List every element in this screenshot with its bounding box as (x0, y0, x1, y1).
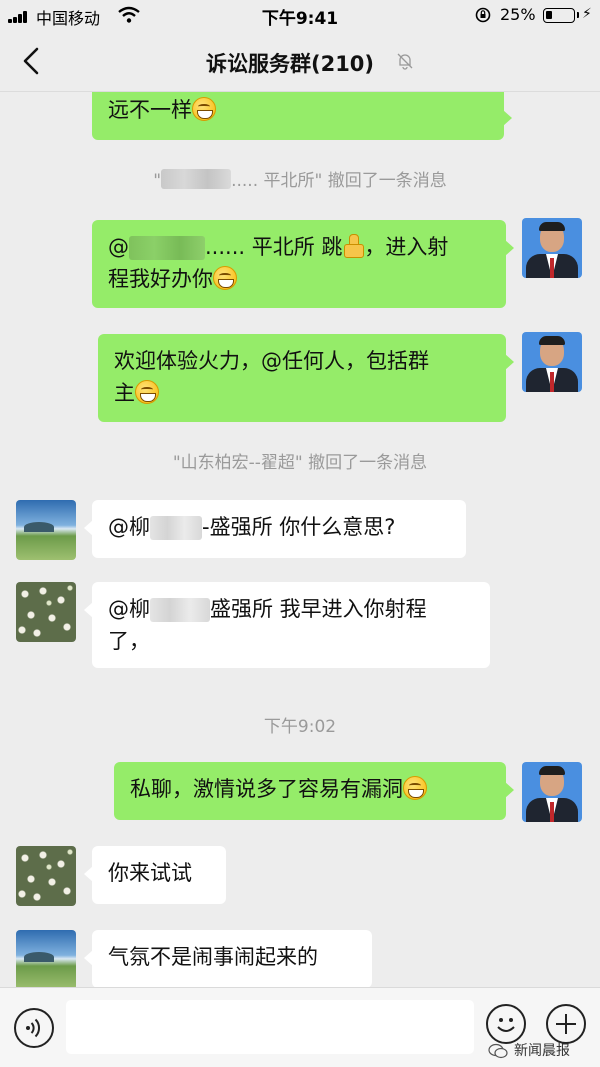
message-line: 了， (108, 629, 150, 653)
watermark: 新闻晨报 (488, 1041, 598, 1063)
recall-notice: " ..... 平北所" 撤回了一条消息 (0, 166, 600, 191)
message-bubble-sent[interactable]: 远不一样 (92, 92, 512, 140)
grin-emoji-icon (192, 97, 216, 121)
recall-notice: "山东柏宏--翟超" 撤回了一条消息 (172, 453, 428, 473)
message-text: ...... 平北所 跳 (205, 235, 343, 259)
rotation-lock-icon (475, 7, 491, 23)
recall-quote: " (153, 171, 162, 191)
message-list[interactable]: 远不一样 " ..... 平北所" 撤回了一条消息 @ ...... 平北所 跳 ，进… (0, 92, 600, 987)
avatar[interactable] (16, 582, 76, 642)
more-options-button[interactable] (546, 1004, 586, 1044)
status-bar: 中国移动 下午9:41 25% ⚡ (0, 0, 600, 30)
message-text: 程我好办你 (108, 267, 213, 291)
message-bubble-received[interactable]: 气氛不是闹事闹起来的 (84, 930, 372, 987)
watermark-text: 新闻晨报 (514, 1043, 570, 1059)
message-text: ，进入射 (364, 235, 449, 259)
message-text: -盛强所 你什么意思? (202, 515, 396, 539)
mention-prefix: @ (108, 235, 129, 259)
battery-percent: 25% (500, 5, 536, 24)
message-bubble-received[interactable]: @柳 盛强所 我早进入你射程 了， (84, 582, 490, 668)
battery-fill (546, 11, 552, 19)
redacted-name (129, 236, 205, 260)
chat-header: 诉讼服务群(210) (0, 30, 600, 92)
battery-cap (577, 12, 579, 18)
message-text: 气氛不是闹事闹起来的 (108, 945, 318, 969)
message-text: 远不一样 (108, 98, 192, 122)
message-bubble-received[interactable]: 你来试试 (84, 846, 226, 904)
redacted-name (161, 169, 232, 189)
avatar[interactable] (16, 930, 76, 987)
charging-icon: ⚡ (582, 6, 592, 22)
message-line: @ ...... 平北所 跳 ，进入射 (108, 231, 490, 263)
redacted-name (150, 516, 202, 540)
group-title[interactable]: 诉讼服务群(210) (0, 48, 600, 78)
wechat-logo-icon (488, 1043, 508, 1059)
message-bubble-received[interactable]: @柳 -盛强所 你什么意思? (84, 500, 466, 558)
mention-prefix: @柳 (108, 597, 150, 621)
thumbs-up-icon (342, 234, 365, 258)
recall-text: ..... 平北所" 撤回了一条消息 (231, 171, 447, 191)
grin-emoji-icon (135, 380, 159, 404)
avatar[interactable] (16, 846, 76, 906)
avatar[interactable] (16, 500, 76, 560)
message-text: 盛强所 我早进入你射程 (210, 597, 427, 621)
redacted-name (150, 598, 210, 622)
message-line: 主 (114, 377, 490, 409)
time-divider: 下午9:02 (263, 717, 337, 737)
battery-icon (543, 8, 575, 23)
message-text: 主 (114, 381, 135, 405)
smiley-icon (497, 1018, 515, 1032)
message-bubble-sent[interactable]: 私聊，激情说多了容易有漏洞 (114, 762, 514, 820)
message-input[interactable] (66, 1000, 474, 1054)
message-text: 你来试试 (108, 861, 192, 885)
message-bubble-sent[interactable]: 欢迎体验火力，@任何人，包括群 主 (98, 334, 514, 422)
message-line: 欢迎体验火力，@任何人，包括群 (114, 349, 429, 373)
grin-emoji-icon (213, 266, 237, 290)
mention-prefix: @柳 (108, 515, 150, 539)
avatar[interactable] (522, 332, 582, 392)
voice-icon (26, 1018, 40, 1038)
emoji-button[interactable] (486, 1004, 526, 1044)
message-line: 程我好办你 (108, 263, 490, 295)
bell-off-icon (397, 53, 413, 70)
message-text: 私聊，激情说多了容易有漏洞 (130, 777, 403, 801)
avatar[interactable] (522, 218, 582, 278)
voice-input-button[interactable] (14, 1008, 54, 1048)
grin-emoji-icon (403, 776, 427, 800)
message-line: @柳 盛强所 我早进入你射程 (108, 593, 474, 625)
avatar[interactable] (522, 762, 582, 822)
message-bubble-sent[interactable]: @ ...... 平北所 跳 ，进入射 程我好办你 (92, 220, 514, 308)
